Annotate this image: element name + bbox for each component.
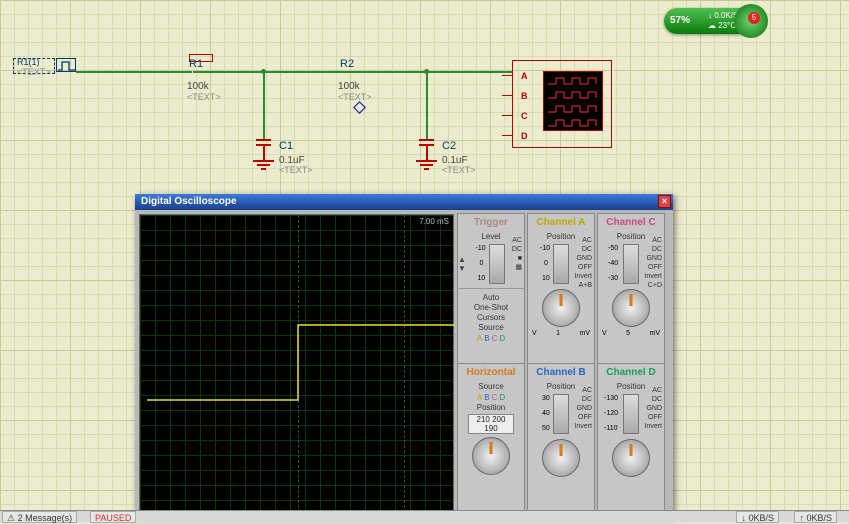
channel-b-panel: Channel B Position AC DC GND OFF Invert … bbox=[528, 364, 594, 514]
horizontal-title: Horizontal bbox=[458, 364, 524, 381]
status-bar: ⚠ 2 Message(s) PAUSED ↓ 0KB/S ↑ 0KB/S bbox=[0, 510, 849, 522]
widget-temp: ☁ 23°C bbox=[708, 21, 736, 30]
horizontal-position-label: Position bbox=[458, 403, 524, 412]
scope-ch-c: C bbox=[521, 111, 528, 121]
r2-ref: R2 bbox=[340, 58, 354, 70]
horizontal-timebase-knob[interactable] bbox=[472, 437, 510, 475]
oscilloscope-titlebar[interactable]: Digital Oscilloscope × bbox=[135, 194, 673, 210]
oscilloscope-title-text: Digital Oscilloscope bbox=[141, 196, 237, 207]
scope-ch-d: D bbox=[521, 131, 528, 141]
channel-c-panel: Channel C Position AC DC GND OFF Invert … bbox=[598, 214, 664, 364]
scope-ch-a: A bbox=[521, 71, 528, 81]
ch-d-scale-knob[interactable] bbox=[612, 439, 650, 477]
trigger-level-slider[interactable]: -10 0 10 bbox=[489, 244, 505, 284]
ch-d-switches[interactable]: AC DC GND OFF Invert bbox=[644, 386, 662, 431]
status-messages[interactable]: ⚠ 2 Message(s) bbox=[2, 511, 77, 523]
oscilloscope-component[interactable]: A B C D bbox=[512, 60, 612, 148]
channel-a-panel: Channel A Position AC DC GND OFF Invert … bbox=[528, 214, 594, 364]
c1-ref: C1 bbox=[279, 140, 293, 152]
close-button[interactable]: × bbox=[658, 195, 671, 208]
oscilloscope-display[interactable]: 7.00 mS bbox=[139, 214, 454, 514]
c2-ref: C2 bbox=[442, 140, 456, 152]
trigger-title: Trigger bbox=[458, 214, 524, 231]
ch-c-switches[interactable]: AC DC GND OFF Invert C+D bbox=[644, 236, 662, 290]
system-widget[interactable]: 57% ↓ 0.0K/S ☁ 23°C 5 bbox=[664, 8, 754, 34]
source-ref: R1(1) bbox=[17, 57, 40, 67]
trigger-source-label: Source bbox=[458, 323, 524, 332]
status-down: ↓ 0KB/S bbox=[736, 511, 779, 523]
horizontal-source-label: Source bbox=[458, 382, 524, 391]
ch-c-title: Channel C bbox=[598, 214, 664, 231]
widget-badge[interactable]: 5 bbox=[748, 12, 760, 24]
trigger-panel: Trigger Level AC DC ■ ▦ ▲▼ -10 0 10 bbox=[458, 214, 524, 364]
c2-text: <TEXT> bbox=[442, 165, 476, 175]
horizontal-source-row[interactable]: A B C D bbox=[458, 393, 524, 402]
channel-d-panel: Channel D Position AC DC GND OFF Invert … bbox=[598, 364, 664, 514]
ch-d-title: Channel D bbox=[598, 364, 664, 381]
ch-b-scale-knob[interactable] bbox=[542, 439, 580, 477]
r2-value: 100k bbox=[338, 81, 360, 92]
ch-a-position-slider[interactable]: -10 0 10 bbox=[553, 244, 569, 284]
trigger-mode-oneshot[interactable]: One-Shot bbox=[458, 303, 524, 312]
trigger-mode-auto[interactable]: Auto bbox=[458, 293, 524, 302]
status-state[interactable]: PAUSED bbox=[90, 511, 136, 523]
ch-c-position-slider[interactable]: -50 -40 -30 bbox=[623, 244, 639, 284]
r1-ref: R1 bbox=[189, 58, 203, 70]
scope-ch-b: B bbox=[521, 91, 528, 101]
ch-c-scale-knob[interactable] bbox=[612, 289, 650, 327]
ch-b-position-slider[interactable]: 30 40 50 bbox=[553, 394, 569, 434]
ch-a-scale-knob[interactable] bbox=[542, 289, 580, 327]
pulse-icon bbox=[56, 58, 76, 72]
ch-a-title: Channel A bbox=[528, 214, 594, 231]
horizontal-panel: Horizontal Source A B C D Position 210 2… bbox=[458, 364, 524, 514]
c1-text: <TEXT> bbox=[279, 165, 313, 175]
widget-percent: 57% bbox=[670, 15, 690, 26]
ch-a-switches[interactable]: AC DC GND OFF Invert A+B bbox=[574, 236, 592, 290]
horizontal-position-readout: 210 200 190 bbox=[468, 414, 514, 434]
trigger-source-row[interactable]: A B C D bbox=[458, 334, 524, 343]
ch-d-position-slider[interactable]: -130 -120 -110 bbox=[623, 394, 639, 434]
r1-value: 100k bbox=[187, 81, 209, 92]
trigger-mode-cursors[interactable]: Cursors bbox=[458, 313, 524, 322]
oscilloscope-window[interactable]: Digital Oscilloscope × 7.00 mS Trigger L… bbox=[135, 194, 673, 517]
ch-b-title: Channel B bbox=[528, 364, 594, 381]
status-up: ↑ 0KB/S bbox=[794, 511, 837, 523]
r1-text: <TEXT> bbox=[187, 92, 221, 102]
source-text: <TEXT> bbox=[17, 67, 51, 77]
ch-b-switches[interactable]: AC DC GND OFF Invert bbox=[574, 386, 592, 431]
r2-text: <TEXT> bbox=[338, 92, 372, 102]
scope-mini-screen bbox=[543, 71, 603, 131]
